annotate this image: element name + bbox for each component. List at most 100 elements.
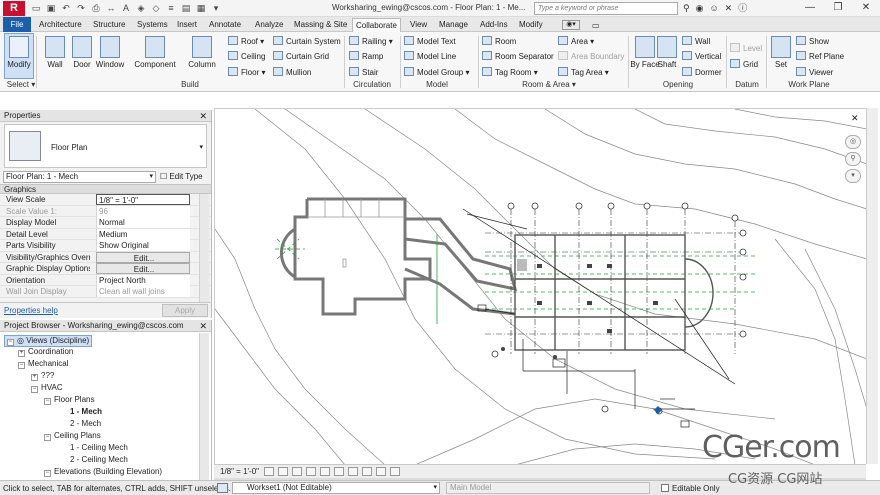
3d-view-icon[interactable]: ◈ xyxy=(135,2,147,14)
show-crop-icon[interactable] xyxy=(334,467,344,476)
apply-button[interactable]: Apply xyxy=(162,304,208,317)
viewer-button[interactable]: Viewer xyxy=(796,67,833,77)
browser-scrollbar[interactable] xyxy=(199,333,209,480)
tree-node[interactable]: 2 - Ceiling Mech xyxy=(70,455,128,464)
vertical-opening-button[interactable]: Vertical xyxy=(682,51,721,61)
view-scale-selector[interactable]: 1/8" = 1'-0" xyxy=(220,467,259,476)
tree-node[interactable]: − Elevations (Building Elevation) xyxy=(44,467,162,477)
close-icon[interactable]: ✕ xyxy=(852,0,880,16)
graphics-group[interactable]: Graphics xyxy=(0,184,211,194)
design-option-selector[interactable]: Main Model xyxy=(446,482,650,494)
area-button[interactable]: Area ▾ xyxy=(558,36,594,46)
help-icon[interactable]: ⓘ xyxy=(738,1,747,15)
tab-modify[interactable]: Modify xyxy=(516,18,546,32)
redo-icon[interactable]: ↷ xyxy=(75,2,87,14)
worksharing-display-icon[interactable] xyxy=(390,467,400,476)
instance-selector[interactable]: Floor Plan: 1 - Mech ▾ xyxy=(3,171,156,183)
tree-node[interactable]: − Floor Plans xyxy=(44,395,94,405)
model-line-button[interactable]: Model Line xyxy=(404,51,456,61)
tab-add-ins[interactable]: Add-Ins xyxy=(477,18,511,32)
exchange-icon[interactable]: ✕ xyxy=(725,1,733,15)
tab-structure[interactable]: Structure xyxy=(90,18,128,32)
switch-windows-icon[interactable]: ▦ xyxy=(195,2,207,14)
level-button[interactable]: Level xyxy=(730,43,762,53)
revit-logo[interactable]: R xyxy=(3,1,25,16)
wall-button[interactable]: Wall xyxy=(40,34,70,69)
room-separator-button[interactable]: Room Separator xyxy=(482,51,554,61)
tree-node[interactable]: − Ceiling Plans xyxy=(44,431,101,441)
close-hidden-icon[interactable]: ▤ xyxy=(180,2,192,14)
door-button[interactable]: Door xyxy=(67,34,97,69)
tab-manage[interactable]: Manage xyxy=(436,18,471,32)
sun-path-icon[interactable] xyxy=(292,467,302,476)
workset-selector[interactable]: Workset1 (Not Editable) ▾ xyxy=(232,482,440,494)
tree-node[interactable]: + Coordination xyxy=(18,347,73,357)
maximize-icon[interactable]: ❐ xyxy=(824,0,852,16)
tab-view[interactable]: View xyxy=(407,18,430,32)
contextual-tabs-icon[interactable]: ◉▾ xyxy=(562,20,580,30)
canvas-scrollbar[interactable] xyxy=(866,108,878,464)
lock-3d-icon[interactable] xyxy=(348,467,358,476)
ribbon-minimize-icon[interactable]: ▭ xyxy=(589,19,603,33)
temp-hide-icon[interactable] xyxy=(362,467,372,476)
nav-menu-icon[interactable]: ▾ xyxy=(845,169,861,183)
reveal-hidden-icon[interactable] xyxy=(376,467,386,476)
circulation-panel-label[interactable]: Circulation xyxy=(348,80,396,89)
shadows-icon[interactable] xyxy=(306,467,316,476)
properties-scrollbar[interactable] xyxy=(199,194,209,302)
datum-panel-label[interactable]: Datum xyxy=(728,80,766,89)
ramp-button[interactable]: Ramp xyxy=(349,51,383,61)
tree-node[interactable]: − HVAC xyxy=(31,383,63,393)
window-button[interactable]: Window xyxy=(95,34,125,69)
minimize-icon[interactable]: — xyxy=(796,0,824,16)
railing-button[interactable]: Railing ▾ xyxy=(349,36,393,46)
work-plane-panel-label[interactable]: Work Plane xyxy=(784,80,834,89)
text-icon[interactable]: A xyxy=(120,2,132,14)
subscription-icon[interactable]: ◉ xyxy=(696,1,704,15)
measure-icon[interactable]: ↔ xyxy=(105,2,117,14)
column-button[interactable]: Column xyxy=(187,34,217,69)
tree-node[interactable]: 2 - Mech xyxy=(70,419,101,428)
save-icon[interactable]: ▣ xyxy=(45,2,57,14)
tag-area-button[interactable]: Tag Area ▾ xyxy=(558,67,609,77)
component-button[interactable]: Component xyxy=(133,34,177,69)
build-panel-label[interactable]: Build xyxy=(160,80,220,89)
area-boundary-button[interactable]: Area Boundary xyxy=(558,51,624,61)
visibility-graphics-edit-button[interactable]: Edit... xyxy=(96,251,190,263)
drawing-area[interactable] xyxy=(214,108,867,465)
modify-button[interactable]: Modify xyxy=(4,33,34,79)
room-area-panel-label[interactable]: Room & Area ▾ xyxy=(514,80,584,89)
roof-button[interactable]: Roof ▾ xyxy=(228,36,264,46)
opening-panel-label[interactable]: Opening xyxy=(650,80,706,89)
tag-room-button[interactable]: Tag Room ▾ xyxy=(482,67,538,77)
steering-wheel-icon[interactable]: ◎ xyxy=(845,135,861,149)
open-icon[interactable]: ▭ xyxy=(30,2,42,14)
set-button[interactable]: Set xyxy=(768,34,794,69)
visual-style-icon[interactable] xyxy=(278,467,288,476)
search-input[interactable]: Type a keyword or phrase xyxy=(534,2,678,15)
tree-node[interactable]: − ◎ Views (Discipline) xyxy=(4,335,93,347)
graphic-display-edit-button[interactable]: Edit... xyxy=(96,263,190,274)
model-group-button[interactable]: Model Group ▾ xyxy=(404,67,470,77)
tab-architecture[interactable]: Architecture xyxy=(36,18,85,32)
edit-type-button[interactable]: ☐ Edit Type xyxy=(160,171,203,183)
type-selector[interactable]: Floor Plan ▾ xyxy=(4,124,207,168)
tree-node[interactable]: 1 - Mech xyxy=(70,407,102,416)
customize-qat-icon[interactable]: ▾ xyxy=(210,2,222,14)
model-panel-label[interactable]: Model xyxy=(410,80,464,89)
tab-analyze[interactable]: Analyze xyxy=(252,18,286,32)
mullion-button[interactable]: Mullion xyxy=(273,67,311,77)
dormer-button[interactable]: Dormer xyxy=(682,67,722,77)
grid-button[interactable]: Grid xyxy=(730,59,758,69)
tab-systems[interactable]: Systems xyxy=(134,18,171,32)
tab-collaborate[interactable]: Collaborate xyxy=(352,18,401,32)
close-icon[interactable]: ✕ xyxy=(199,320,207,332)
tree-node[interactable]: +??? xyxy=(31,371,54,381)
search-icon[interactable]: ⚲ xyxy=(683,1,690,15)
tab-insert[interactable]: Insert xyxy=(174,18,200,32)
tab-annotate[interactable]: Annotate xyxy=(206,18,244,32)
select-panel-label[interactable]: Select ▾ xyxy=(4,80,38,89)
section-icon[interactable]: ◇ xyxy=(150,2,162,14)
zoom-icon[interactable]: ⚲ xyxy=(845,152,861,166)
user-icon[interactable]: ☺ xyxy=(709,1,718,15)
